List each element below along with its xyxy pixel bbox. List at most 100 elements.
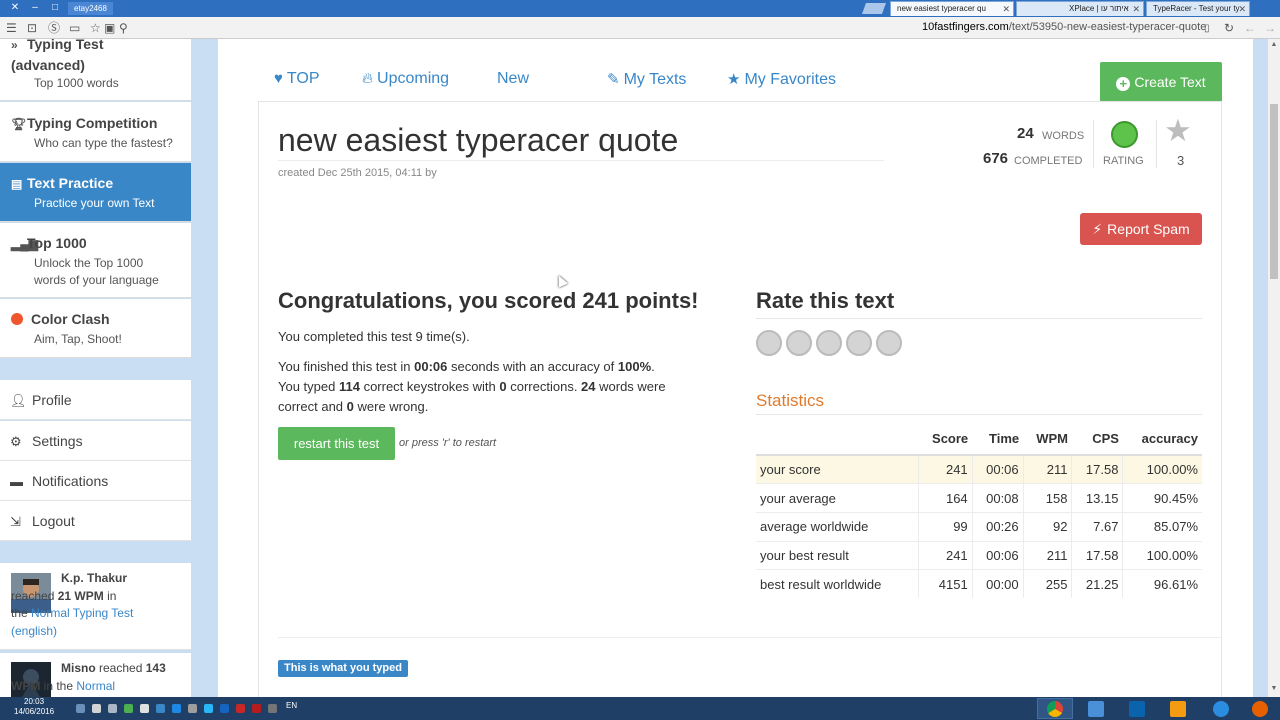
internet-explorer-taskbar-button[interactable] bbox=[1203, 698, 1239, 719]
restart-test-button[interactable]: restart this test bbox=[278, 427, 395, 460]
menu-settings[interactable]: ⚙ Settings bbox=[0, 421, 191, 461]
feed-user-name[interactable]: Misno bbox=[61, 661, 96, 675]
forward-icon[interactable]: → bbox=[1264, 21, 1276, 35]
tray-icon[interactable] bbox=[108, 704, 117, 713]
search-icon[interactable]: ⚲ bbox=[119, 21, 128, 35]
table-cell: 96.61% bbox=[1122, 569, 1202, 599]
close-tab-icon[interactable]: ✕ bbox=[1132, 2, 1140, 16]
rating-selector bbox=[756, 330, 906, 361]
tray-icon[interactable] bbox=[92, 704, 101, 713]
menu-profile[interactable]: 👤︎ Profile bbox=[0, 380, 191, 420]
page-scrollbar[interactable]: ▲ ▼ bbox=[1268, 39, 1280, 697]
menu-notifications[interactable]: ▬ Notifications bbox=[0, 461, 191, 501]
forward-icon: » bbox=[11, 39, 18, 52]
table-cell: your average bbox=[756, 483, 918, 513]
table-cell: 211 bbox=[1022, 454, 1072, 484]
nav-my-favorites[interactable]: ★ My Favorites bbox=[727, 70, 836, 89]
language-indicator[interactable]: EN bbox=[286, 701, 297, 710]
feed-text: K.p. Thakur reached 21 WPM in the Normal… bbox=[11, 571, 134, 638]
tray-icon[interactable] bbox=[236, 704, 245, 713]
tab-title: XPlace | איתור עו bbox=[1069, 4, 1129, 13]
bookmark-star-icon[interactable]: ☆ bbox=[90, 21, 101, 35]
clock[interactable]: 20:03 14/06/2016 bbox=[14, 697, 54, 717]
firefox-taskbar-button[interactable] bbox=[1242, 698, 1278, 719]
tray-icon[interactable] bbox=[172, 704, 181, 713]
skype-icon[interactable]: Ⓢ bbox=[48, 21, 60, 35]
browser-tab-active[interactable]: new easiest typeracer qu ✕ bbox=[890, 1, 1014, 16]
column-header bbox=[756, 423, 918, 456]
result-headline: Congratulations, you scored 241 points! bbox=[278, 288, 699, 313]
rating-option-1[interactable] bbox=[756, 330, 782, 356]
rating-label: RATING bbox=[1103, 155, 1144, 167]
heart-icon: ♥ bbox=[274, 70, 283, 87]
nav-top[interactable]: ♥ TOP bbox=[274, 70, 320, 88]
chrome-taskbar-button[interactable] bbox=[1037, 698, 1073, 719]
extension-icon[interactable]: ⊡ bbox=[27, 21, 37, 35]
page-icon[interactable]: ▣ bbox=[104, 21, 115, 35]
rating-option-3[interactable] bbox=[816, 330, 842, 356]
address-bar[interactable]: 10fastfingers.com/text/53950-new-easiest… bbox=[922, 21, 1206, 33]
feed-test-link[interactable]: Normal Typing Test (english) bbox=[11, 606, 133, 638]
column-header: WPM bbox=[1023, 423, 1072, 456]
nav-my-texts[interactable]: ✎ My Texts bbox=[607, 70, 686, 89]
browser-tab[interactable]: XPlace | איתור עו ✕ bbox=[1016, 1, 1144, 16]
table-cell: 255 bbox=[1022, 569, 1072, 599]
rating-option-2[interactable] bbox=[786, 330, 812, 356]
tray-icon[interactable] bbox=[220, 704, 229, 713]
screen-icon[interactable]: ▭ bbox=[69, 21, 80, 35]
outlook-taskbar-button[interactable] bbox=[1119, 698, 1155, 719]
sidebar-item-top-1000[interactable]: ▂▄▆Top 1000 Unlock the Top 1000 words of… bbox=[0, 223, 191, 298]
close-tab-icon[interactable]: ✕ bbox=[1238, 2, 1246, 16]
menu-icon[interactable]: ☰ bbox=[6, 21, 17, 35]
table-cell: 00:06 bbox=[971, 540, 1024, 570]
activity-feed-item: K.p. Thakur reached 21 WPM in the Normal… bbox=[0, 563, 191, 650]
create-text-button[interactable]: + Create Text bbox=[1100, 62, 1222, 102]
app-taskbar-button[interactable] bbox=[1078, 698, 1114, 719]
media-player-taskbar-button[interactable] bbox=[1160, 698, 1196, 719]
scrollbar-thumb[interactable] bbox=[1270, 104, 1278, 279]
nav-new[interactable]: New bbox=[497, 70, 529, 88]
rating-option-4[interactable] bbox=[846, 330, 872, 356]
completed-count: 676 bbox=[983, 150, 1009, 167]
favorite-star-icon[interactable]: ★ bbox=[1164, 115, 1192, 147]
browser-tab[interactable]: TypeRacer - Test your ty ✕ bbox=[1146, 1, 1250, 16]
close-tab-icon[interactable]: ✕ bbox=[1002, 2, 1010, 16]
sidebar: » Typing Test (advanced) Top 1000 words 🏆… bbox=[0, 39, 192, 697]
sidebar-item-color-clash[interactable]: Color Clash Aim, Tap, Shoot! bbox=[0, 299, 191, 358]
tray-icon[interactable] bbox=[124, 704, 133, 713]
edit-icon: ✎ bbox=[607, 71, 620, 88]
maximize-window-icon[interactable]: □ bbox=[46, 2, 64, 14]
table-cell: 13.15 bbox=[1071, 483, 1123, 513]
user-profile-tab[interactable]: etay2468 bbox=[68, 2, 113, 15]
menu-logout[interactable]: ⇲ Logout bbox=[0, 501, 191, 541]
scroll-up-icon[interactable]: ▲ bbox=[1268, 41, 1280, 48]
rating-option-5[interactable] bbox=[876, 330, 902, 356]
tray-icon[interactable] bbox=[204, 704, 213, 713]
page-info-icon[interactable]: ▯ bbox=[1204, 22, 1210, 36]
feed-text: Misno reached 143 WPM in the Normal bbox=[11, 661, 166, 693]
report-spam-button[interactable]: ⚡︎ Report Spam bbox=[1080, 213, 1202, 245]
feed-user-name[interactable]: K.p. Thakur bbox=[61, 571, 127, 585]
scroll-down-icon[interactable]: ▼ bbox=[1268, 685, 1280, 692]
feed-test-link[interactable]: Normal bbox=[76, 679, 115, 693]
tray-icon[interactable] bbox=[252, 704, 261, 713]
sidebar-item-typing-test-advanced[interactable]: » Typing Test (advanced) Top 1000 words bbox=[0, 39, 191, 101]
table-cell: 158 bbox=[1022, 483, 1072, 513]
bolt-icon: ⚡︎ bbox=[1092, 221, 1103, 237]
divider bbox=[278, 160, 884, 161]
back-icon[interactable]: ← bbox=[1244, 21, 1256, 35]
tray-icon[interactable] bbox=[140, 704, 149, 713]
table-cell: 7.67 bbox=[1071, 511, 1123, 542]
nav-upcoming[interactable]: 🔥︎ Upcoming bbox=[362, 70, 449, 88]
tray-icon[interactable] bbox=[156, 704, 165, 713]
tray-icon[interactable] bbox=[268, 704, 277, 713]
tab-title: TypeRacer - Test your ty bbox=[1153, 4, 1240, 13]
sidebar-item-typing-competition[interactable]: 🏆︎Typing Competition Who can type the fa… bbox=[0, 102, 191, 162]
sidebar-item-text-practice[interactable]: ▤ Text Practice Practice your own Text bbox=[0, 163, 191, 222]
new-tab-button[interactable] bbox=[861, 3, 887, 14]
tray-icon[interactable] bbox=[76, 704, 85, 713]
minimize-window-icon[interactable]: – bbox=[26, 2, 44, 14]
reload-icon[interactable]: ↻ bbox=[1224, 21, 1234, 35]
tray-icon[interactable] bbox=[188, 704, 197, 713]
close-window-icon[interactable]: ✕ bbox=[6, 2, 24, 14]
